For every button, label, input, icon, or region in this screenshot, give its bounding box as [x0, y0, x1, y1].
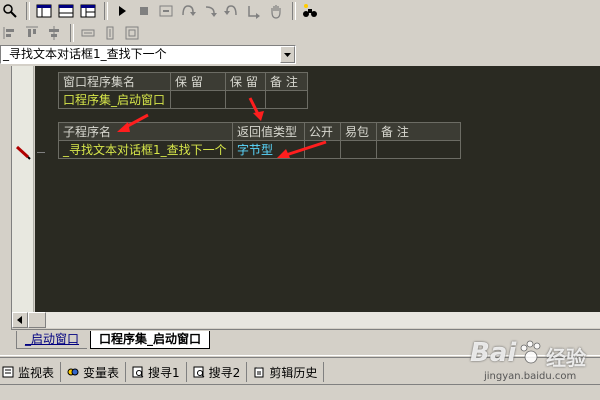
subroutine-easy-pack-cell[interactable]: [340, 140, 377, 159]
assembly-header-row: 窗口程序集名 保 留 保 留 备 注: [58, 72, 308, 91]
tab-variables-label: 变量表: [83, 365, 120, 380]
editor-gutter: [12, 66, 34, 312]
same-height-icon[interactable]: [100, 23, 120, 43]
tab-search2-label: 搜寻2: [208, 365, 241, 380]
hand-icon[interactable]: [266, 1, 286, 21]
chevron-down-icon: [284, 53, 291, 57]
binoculars-icon[interactable]: [300, 1, 320, 21]
subroutine-return-type-cell[interactable]: 字节型: [232, 140, 305, 159]
watermark-brand2: 经验: [546, 346, 586, 370]
subroutine-row[interactable]: _寻找文本对话框1_查找下一个 字节型: [58, 140, 461, 159]
tab-search1-label: 搜寻1: [148, 365, 180, 380]
subroutine-header-name: 子程序名: [58, 122, 233, 141]
variables-icon: [67, 368, 79, 376]
tab-program-set-label: 口程序集_启动窗口: [99, 332, 202, 346]
scroll-left-button[interactable]: [12, 312, 28, 328]
subroutine-remark-cell[interactable]: [376, 140, 461, 159]
subroutine-table: 子程序名 返回值类型 公开 易包 备 注 _寻找文本对话框1_查找下一个 字节型: [58, 122, 461, 159]
subroutine-header-remark: 备 注: [376, 122, 461, 141]
tab-clip-history[interactable]: 剪辑历史: [247, 362, 325, 382]
same-width-icon[interactable]: [78, 23, 98, 43]
watermark-url: jingyan.baidu.com: [484, 371, 577, 382]
toolbar-separator: [104, 2, 108, 20]
search-icon[interactable]: [0, 1, 20, 21]
search-list-icon: [132, 366, 144, 378]
toolbar-separator: [292, 2, 296, 20]
subroutine-header-row: 子程序名 返回值类型 公开 易包 备 注: [58, 122, 461, 141]
subroutine-header-easy-pack: 易包: [340, 122, 377, 141]
left-panel: [0, 66, 12, 330]
toolbar-align: [0, 22, 600, 44]
tab-program-set[interactable]: 口程序集_启动窗口: [90, 331, 211, 349]
subroutine-header-return-type: 返回值类型: [232, 122, 305, 141]
tab-search1[interactable]: 搜寻1: [126, 362, 187, 382]
toolbar-separator: [26, 2, 30, 20]
left-panel-bottom: [0, 330, 12, 350]
toolbar-separator: [70, 24, 74, 42]
step-back-icon[interactable]: [222, 1, 242, 21]
assembly-reserve2-cell[interactable]: [225, 90, 266, 109]
tab-clip-history-label: 剪辑历史: [269, 365, 318, 380]
watch-list-icon: [2, 366, 14, 378]
step-over-icon[interactable]: [178, 1, 198, 21]
run-icon[interactable]: [112, 1, 132, 21]
step-into-icon[interactable]: [156, 1, 176, 21]
tab-variables[interactable]: 变量表: [61, 362, 127, 382]
scroll-thumb[interactable]: [28, 312, 46, 328]
current-line-dash: [37, 152, 45, 153]
assembly-header-name: 窗口程序集名: [58, 72, 171, 91]
align-left-icon[interactable]: [0, 23, 20, 43]
step-out-icon[interactable]: [200, 1, 220, 21]
assembly-header-remark: 备 注: [265, 72, 308, 91]
tab-watch[interactable]: 监视表: [0, 362, 62, 382]
dropdown-arrow-button[interactable]: [280, 46, 295, 63]
assembly-reserve1-cell[interactable]: [170, 90, 226, 109]
assembly-name-cell[interactable]: 口程序集_启动窗口: [58, 90, 171, 109]
layout-bottom-icon[interactable]: [56, 1, 76, 21]
run-to-cursor-icon[interactable]: [244, 1, 264, 21]
subroutine-public-cell[interactable]: [304, 140, 341, 159]
toolbar-main: [0, 0, 600, 22]
search-list-icon: [193, 366, 205, 378]
subroutine-name-cell[interactable]: _寻找文本对话框1_查找下一个: [58, 140, 233, 159]
same-size-icon[interactable]: [122, 23, 142, 43]
assembly-table: 窗口程序集名 保 留 保 留 备 注 口程序集_启动窗口: [58, 72, 308, 109]
assembly-row[interactable]: 口程序集_启动窗口: [58, 90, 308, 109]
layout-grid-icon[interactable]: [78, 1, 98, 21]
tab-search2[interactable]: 搜寻2: [187, 362, 248, 382]
assembly-header-reserve2: 保 留: [225, 72, 266, 91]
watermark-brand: Bai: [470, 338, 517, 368]
align-center-icon[interactable]: [44, 23, 64, 43]
assembly-remark-cell[interactable]: [265, 90, 308, 109]
chevron-left-icon: [17, 316, 22, 324]
horizontal-scrollbar[interactable]: [12, 312, 600, 328]
subroutine-dropdown[interactable]: _寻找文本对话框1_查找下一个: [0, 45, 296, 64]
subroutine-header-public: 公开: [304, 122, 341, 141]
baidu-watermark: Bai 经验 jingyan.baidu.com: [470, 338, 598, 388]
stop-icon[interactable]: [134, 1, 154, 21]
subroutine-dropdown-value: _寻找文本对话框1_查找下一个: [3, 47, 167, 61]
align-top-icon[interactable]: [22, 23, 42, 43]
pencil-icon: [15, 145, 31, 160]
clipboard-icon: [254, 367, 264, 378]
layout-left-icon[interactable]: [34, 1, 54, 21]
tab-startup-window-label: _启动窗口: [25, 332, 80, 346]
tab-startup-window[interactable]: _启动窗口: [16, 331, 88, 349]
assembly-header-reserve1: 保 留: [170, 72, 226, 91]
paw-icon: [520, 340, 541, 364]
tab-watch-label: 监视表: [18, 365, 55, 380]
breakpoint-marker[interactable]: [14, 144, 34, 160]
